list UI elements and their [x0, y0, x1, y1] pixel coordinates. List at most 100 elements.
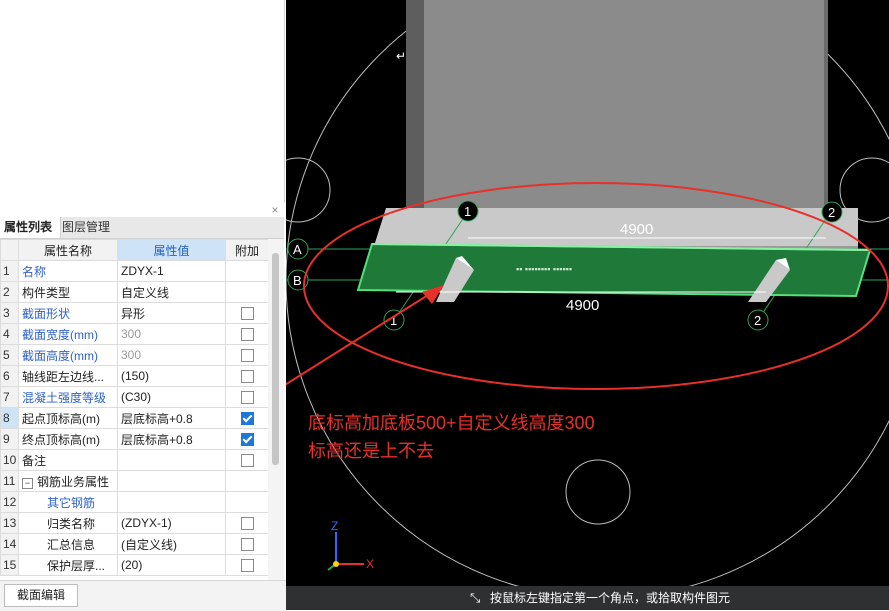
vertical-scrollbar[interactable] — [268, 239, 284, 580]
property-name-cell: 归类名称 — [18, 512, 118, 534]
property-name: 其它钢筋 — [47, 495, 96, 510]
table-row[interactable]: 5 截面高度(mm) 300 — [0, 344, 268, 366]
base-slab-top — [374, 208, 858, 246]
viewport-canvas[interactable]: ↵ ▪▪ ▪▪▪▪▪▪▪▪ ▪▪▪▪▪▪ 4900 4900 1 2 1 2 A… — [286, 0, 889, 586]
axis-letter-b: B — [293, 273, 302, 288]
section-edit-button[interactable]: 截面编辑 — [4, 584, 78, 607]
extra-cell — [225, 386, 268, 408]
status-bar: ⤡ 按鼠标左键指定第一个角点，或拾取构件图元 — [286, 586, 889, 610]
attach-checkbox[interactable] — [240, 391, 254, 405]
panel-tabs: 属性列表 图层管理 — [0, 217, 284, 239]
property-value[interactable]: 300 — [117, 323, 226, 345]
table-row[interactable]: 9 终点顶标高(m) 层底标高+0.8 — [0, 428, 268, 450]
property-name-cell: 混凝土强度等级 — [18, 386, 118, 408]
property-value[interactable] — [117, 449, 226, 471]
table-row[interactable]: 1 名称 ZDYX-1 — [0, 260, 268, 282]
extra-cell — [225, 533, 268, 555]
row-number: 3 — [0, 302, 19, 324]
property-value[interactable]: (20) — [117, 554, 226, 576]
property-value[interactable]: 层底标高+0.8 — [117, 407, 226, 429]
table-row[interactable]: 14 汇总信息 (自定义线) — [0, 533, 268, 555]
close-icon[interactable]: × — [268, 203, 282, 217]
extra-cell — [225, 449, 268, 471]
row-number: 8 — [0, 407, 19, 429]
attach-checkbox[interactable] — [240, 559, 254, 573]
header-property-value: 属性值 — [117, 239, 226, 261]
property-name: 归类名称 — [47, 516, 96, 531]
attach-checkbox[interactable] — [240, 328, 254, 342]
property-name: 钢筋业务属性 — [37, 474, 110, 489]
property-value[interactable]: 异形 — [117, 302, 226, 324]
dim-label-bottom: 4900 — [566, 297, 599, 314]
property-value[interactable]: (ZDYX-1) — [117, 512, 226, 534]
table-row[interactable]: 6 轴线距左边线... (150) — [0, 365, 268, 387]
annotation-text-line2: 标高还是上不去 — [308, 441, 434, 461]
table-row[interactable]: 13 归类名称 (ZDYX-1) — [0, 512, 268, 534]
table-row[interactable]: 2 构件类型 自定义线 — [0, 281, 268, 303]
row-number: 13 — [0, 512, 19, 534]
property-name-cell: 轴线距左边线... — [18, 365, 118, 387]
extra-cell — [225, 344, 268, 366]
row-number: 9 — [0, 428, 19, 450]
row-number: 1 — [0, 260, 19, 282]
column-face — [424, 0, 824, 212]
table-row[interactable]: 15 保护层厚... (20) — [0, 554, 268, 576]
dim-label-top: 4900 — [620, 221, 653, 238]
axis-letter-a: A — [293, 242, 302, 257]
property-value[interactable]: (150) — [117, 365, 226, 387]
attach-checkbox[interactable] — [240, 433, 254, 447]
attach-checkbox[interactable] — [240, 454, 254, 468]
row-number: 11 — [0, 470, 19, 492]
table-row[interactable]: 3 截面形状 异形 — [0, 302, 268, 324]
scrollbar-thumb[interactable] — [272, 253, 279, 465]
property-name: 混凝土强度等级 — [22, 390, 107, 405]
collapse-icon[interactable]: − — [22, 477, 33, 489]
attach-checkbox[interactable] — [240, 370, 254, 384]
attach-checkbox[interactable] — [240, 349, 254, 363]
property-value[interactable]: 300 — [117, 344, 226, 366]
extra-cell — [225, 554, 268, 576]
extra-cell — [225, 260, 268, 282]
model-viewport[interactable]: ↵ ▪▪ ▪▪▪▪▪▪▪▪ ▪▪▪▪▪▪ 4900 4900 1 2 1 2 A… — [286, 0, 889, 586]
column-shadow — [406, 0, 424, 212]
property-value[interactable] — [117, 491, 226, 513]
property-name: 名称 — [22, 264, 47, 279]
table-row[interactable]: 4 截面宽度(mm) 300 — [0, 323, 268, 345]
property-value[interactable]: 层底标高+0.8 — [117, 428, 226, 450]
property-name: 终点顶标高(m) — [22, 432, 100, 447]
property-name: 保护层厚... — [47, 558, 106, 573]
property-value[interactable]: (C30) — [117, 386, 226, 408]
row-number: 10 — [0, 449, 19, 471]
attach-checkbox[interactable] — [240, 307, 254, 321]
extra-cell — [225, 302, 268, 324]
property-name-cell: 名称 — [18, 260, 118, 282]
row-number: 2 — [0, 281, 19, 303]
tab-layer-management[interactable]: 图层管理 — [58, 217, 126, 238]
property-name: 截面形状 — [22, 306, 71, 321]
property-name: 备注 — [22, 453, 47, 468]
property-name-cell: − 钢筋业务属性 — [18, 470, 118, 492]
property-name: 构件类型 — [22, 285, 71, 300]
property-name: 截面宽度(mm) — [22, 327, 98, 342]
table-row[interactable]: 8 起点顶标高(m) 层底标高+0.8 — [0, 407, 268, 429]
status-text: 按鼠标左键指定第一个角点，或拾取构件图元 — [490, 591, 731, 605]
property-name-cell: 截面形状 — [18, 302, 118, 324]
extra-cell — [225, 323, 268, 345]
table-row[interactable]: 10 备注 — [0, 449, 268, 471]
extra-cell — [225, 470, 268, 492]
row-number: 4 — [0, 323, 19, 345]
property-name-cell: 终点顶标高(m) — [18, 428, 118, 450]
tab-property-list[interactable]: 属性列表 — [0, 217, 61, 238]
property-value[interactable] — [117, 470, 226, 492]
property-value[interactable]: (自定义线) — [117, 533, 226, 555]
extra-cell — [225, 512, 268, 534]
table-row[interactable]: 7 混凝土强度等级 (C30) — [0, 386, 268, 408]
attach-checkbox[interactable] — [240, 538, 254, 552]
property-value[interactable]: 自定义线 — [117, 281, 226, 303]
attach-checkbox[interactable] — [240, 412, 254, 426]
table-row[interactable]: 11− 钢筋业务属性 — [0, 470, 268, 492]
attach-checkbox[interactable] — [240, 517, 254, 531]
table-row[interactable]: 12 其它钢筋 — [0, 491, 268, 513]
property-value[interactable]: ZDYX-1 — [117, 260, 226, 282]
property-name: 起点顶标高(m) — [22, 411, 100, 426]
